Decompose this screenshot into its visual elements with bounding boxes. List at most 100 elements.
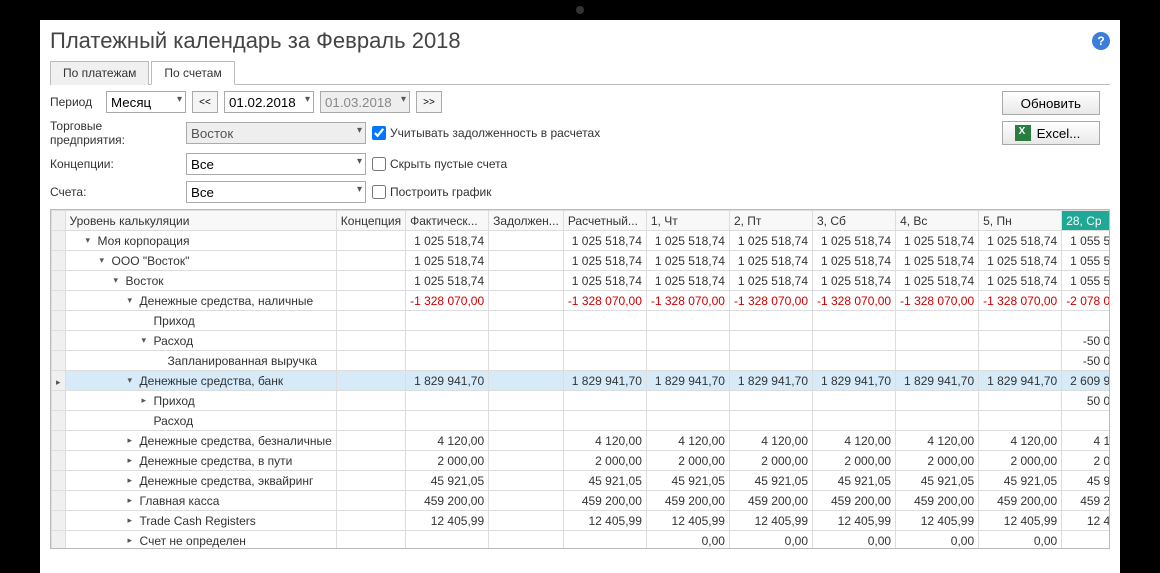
column-header[interactable]: Уровень калькуляции: [65, 211, 336, 231]
build-chart-checkbox[interactable]: Построить график: [372, 185, 491, 199]
column-header[interactable]: 1, Чт: [646, 211, 729, 231]
table-row[interactable]: Запланированная выручка-50 000,00: [52, 351, 1111, 371]
tree-toggle-icon[interactable]: ▾: [142, 335, 152, 346]
tree-toggle-icon[interactable]: ▸: [142, 395, 152, 406]
help-icon[interactable]: ?: [1092, 32, 1110, 50]
column-header[interactable]: Расчетный...: [563, 211, 646, 231]
row-label: Восток: [126, 274, 164, 288]
table-row[interactable]: ▸Денежные средства, безналичные4 120,004…: [52, 431, 1111, 451]
column-header[interactable]: Концепция: [336, 211, 405, 231]
value-cell: 1 025 518,74: [896, 271, 979, 291]
value-cell: 2 000,00: [646, 451, 729, 471]
value-cell: 1 025 518,74: [563, 251, 646, 271]
table-row[interactable]: ▾ООО "Восток"1 025 518,741 025 518,741 0…: [52, 251, 1111, 271]
tree-toggle-icon[interactable]: ▾: [128, 375, 138, 386]
accounts-select[interactable]: [186, 181, 366, 203]
table-row[interactable]: ▸Приход50 000,00: [52, 391, 1111, 411]
excel-export-button[interactable]: Excel...: [1002, 121, 1100, 145]
value-cell: [979, 411, 1062, 431]
tab-payments[interactable]: По платежам: [50, 61, 149, 85]
tree-cell[interactable]: ▸Счет не определен: [65, 531, 336, 550]
value-cell: 12 405,99: [646, 511, 729, 531]
table-row[interactable]: ▸Денежные средства, в пути2 000,002 000,…: [52, 451, 1111, 471]
value-cell: -1 328 070,00: [896, 291, 979, 311]
debt-checkbox[interactable]: Учитывать задолженность в расчетах: [372, 126, 600, 140]
value-cell: [646, 351, 729, 371]
value-cell: 4 120,00: [979, 431, 1062, 451]
tree-cell[interactable]: ▾ООО "Восток": [65, 251, 336, 271]
value-cell: [336, 311, 405, 331]
value-cell: [979, 311, 1062, 331]
period-select[interactable]: [106, 91, 186, 113]
concept-select[interactable]: [186, 153, 366, 175]
refresh-button[interactable]: Обновить: [1002, 91, 1100, 115]
tree-toggle-icon[interactable]: ▾: [86, 235, 96, 246]
tree-cell[interactable]: ▾Денежные средства, банк: [65, 371, 336, 391]
tree-toggle-icon[interactable]: ▾: [100, 255, 110, 266]
column-header[interactable]: 2, Пт: [729, 211, 812, 231]
column-header[interactable]: 4, Вс: [896, 211, 979, 231]
debt-checkbox-input[interactable]: [372, 126, 386, 140]
build-chart-checkbox-input[interactable]: [372, 185, 386, 199]
tree-toggle-icon[interactable]: ▸: [128, 455, 138, 466]
company-select: [186, 122, 366, 144]
tree-toggle-icon[interactable]: ▸: [128, 435, 138, 446]
tree-cell[interactable]: ▾Восток: [65, 271, 336, 291]
value-cell: [563, 391, 646, 411]
table-row[interactable]: ▸Счет не определен0,000,000,000,000,000,…: [52, 531, 1111, 550]
tree-cell[interactable]: ▸Приход: [65, 391, 336, 411]
value-cell: 1 025 518,74: [729, 231, 812, 251]
tree-toggle-icon[interactable]: ▸: [128, 515, 138, 526]
column-header[interactable]: Фактическ...: [406, 211, 489, 231]
table-row[interactable]: Расход: [52, 411, 1111, 431]
column-header[interactable]: 3, Сб: [813, 211, 896, 231]
value-cell: [646, 331, 729, 351]
value-cell: [729, 331, 812, 351]
period-prev-button[interactable]: <<: [192, 91, 218, 113]
row-label: Денежные средства, банк: [140, 374, 284, 388]
table-row[interactable]: ▸Главная касса459 200,00459 200,00459 20…: [52, 491, 1111, 511]
date-from-input[interactable]: [224, 91, 314, 113]
tree-cell[interactable]: ▸Денежные средства, эквайринг: [65, 471, 336, 491]
value-cell: 1 025 518,74: [979, 271, 1062, 291]
row-label: Приход: [154, 314, 195, 328]
table-row[interactable]: ▾Восток1 025 518,741 025 518,741 025 518…: [52, 271, 1111, 291]
tree-toggle-icon[interactable]: ▾: [114, 275, 124, 286]
value-cell: 1 055 518,74: [1062, 271, 1110, 291]
value-cell: [489, 531, 564, 550]
table-row[interactable]: ▾Денежные средства, банк1 829 941,701 82…: [52, 371, 1111, 391]
table-row[interactable]: ▾Расход-50 000,00: [52, 331, 1111, 351]
table-row[interactable]: ▾Денежные средства, наличные -1 328 070,0…: [52, 291, 1111, 311]
tree-cell[interactable]: Приход: [65, 311, 336, 331]
hide-empty-checkbox-input[interactable]: [372, 157, 386, 171]
period-next-button[interactable]: >>: [416, 91, 442, 113]
value-cell: 1 025 518,74: [813, 251, 896, 271]
tree-cell[interactable]: ▾Моя корпорация: [65, 231, 336, 251]
tree-cell[interactable]: Расход: [65, 411, 336, 431]
tree-toggle-icon[interactable]: ▸: [128, 475, 138, 486]
row-label: Счет не определен: [140, 534, 246, 548]
tree-toggle-icon[interactable]: ▸: [128, 535, 138, 546]
value-cell: 12 405,99: [563, 511, 646, 531]
column-header[interactable]: 5, Пн: [979, 211, 1062, 231]
table-row[interactable]: Приход: [52, 311, 1111, 331]
calendar-grid[interactable]: Уровень калькуляцииКонцепцияФактическ...…: [50, 209, 1110, 549]
hide-empty-checkbox[interactable]: Скрыть пустые счета: [372, 157, 507, 171]
table-row[interactable]: ▾Моя корпорация1 025 518,741 025 518,741…: [52, 231, 1111, 251]
value-cell: [489, 371, 564, 391]
tree-cell[interactable]: ▸Главная касса: [65, 491, 336, 511]
tab-accounts[interactable]: По счетам: [151, 61, 234, 85]
column-header[interactable]: Задолжен...: [489, 211, 564, 231]
tree-cell[interactable]: ▸Денежные средства, безналичные: [65, 431, 336, 451]
tree-toggle-icon[interactable]: ▾: [128, 295, 138, 306]
value-cell: [406, 311, 489, 331]
tree-cell[interactable]: ▸Денежные средства, в пути: [65, 451, 336, 471]
table-row[interactable]: ▸Trade Cash Registers12 405,9912 405,991…: [52, 511, 1111, 531]
tree-toggle-icon[interactable]: ▸: [128, 495, 138, 506]
tree-cell[interactable]: ▾Расход: [65, 331, 336, 351]
tree-cell[interactable]: ▾Денежные средства, наличные: [65, 291, 336, 311]
tree-cell[interactable]: ▸Trade Cash Registers: [65, 511, 336, 531]
column-header[interactable]: 28, Ср: [1062, 211, 1110, 231]
table-row[interactable]: ▸Денежные средства, эквайринг45 921,0545…: [52, 471, 1111, 491]
tree-cell[interactable]: Запланированная выручка: [65, 351, 336, 371]
